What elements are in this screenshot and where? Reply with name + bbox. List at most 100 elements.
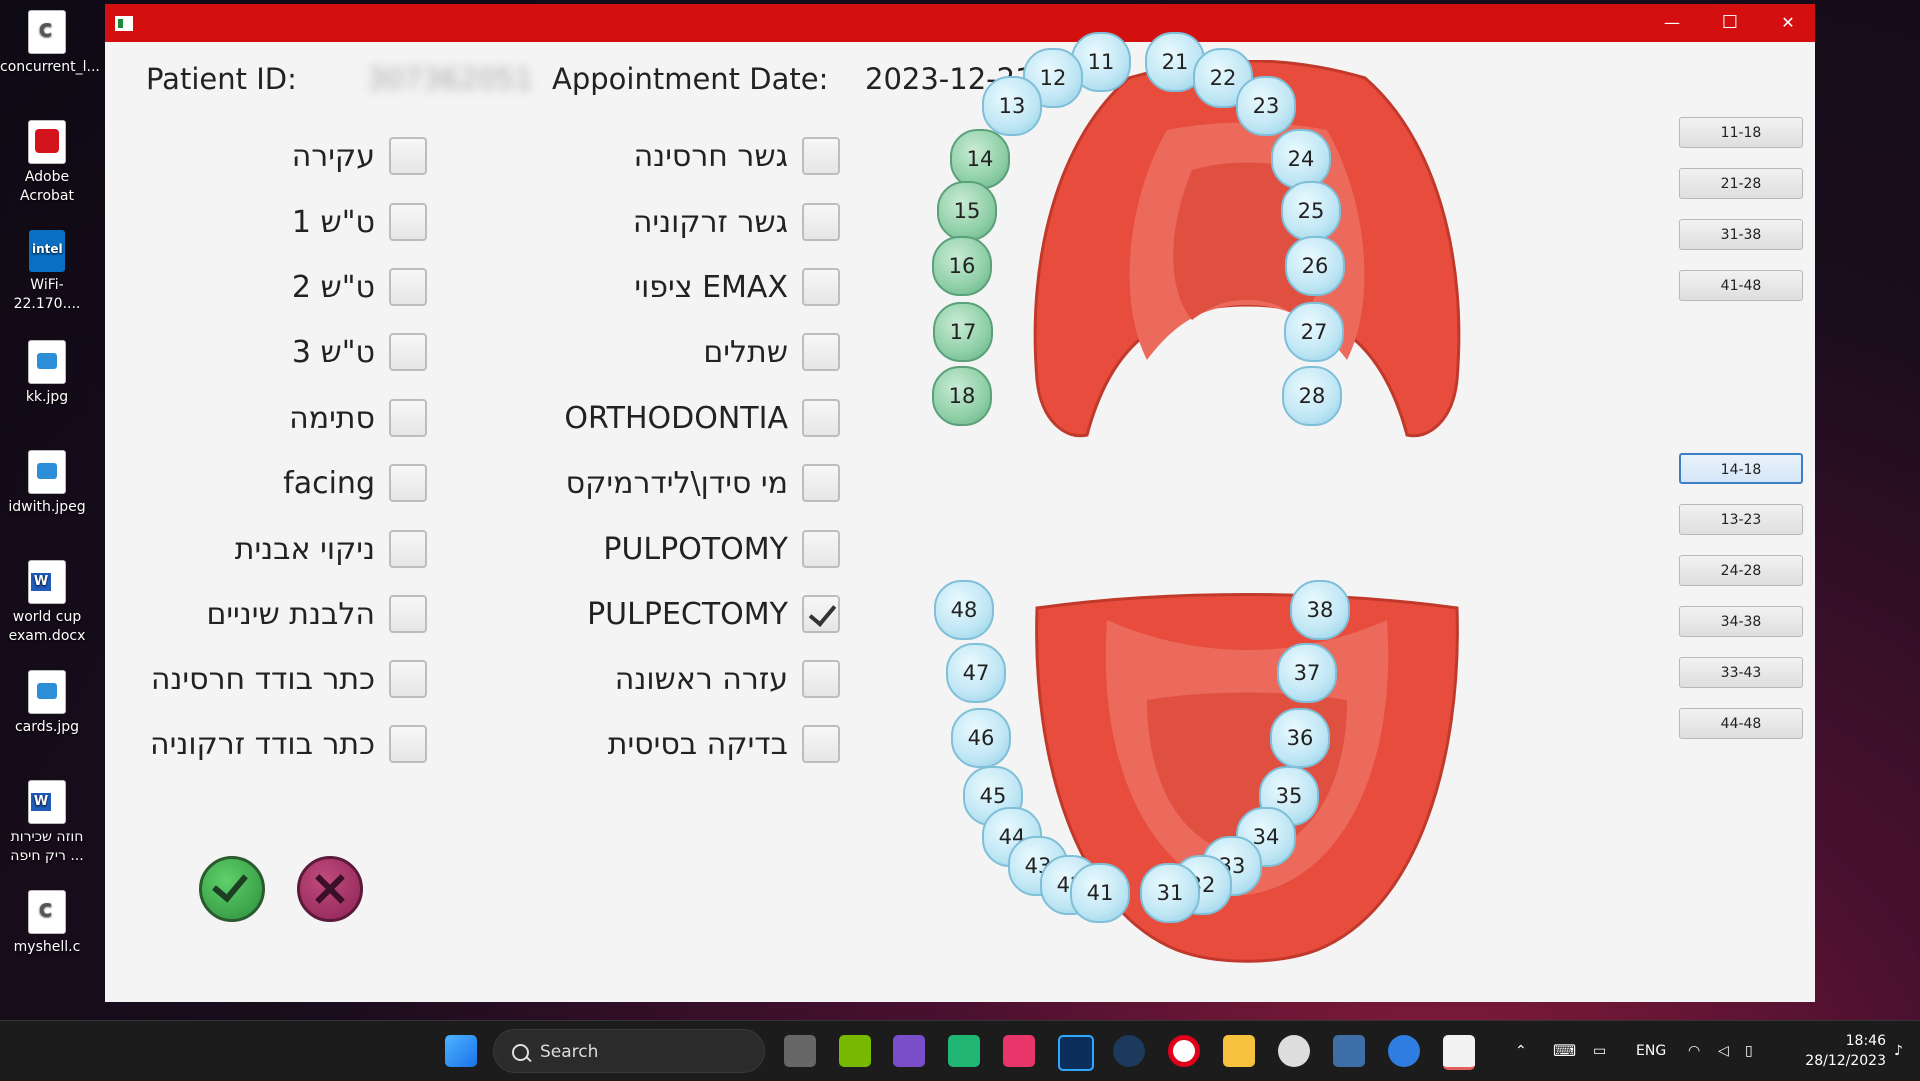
treatment-checkbox[interactable] [802, 725, 840, 763]
treatment-checkbox[interactable] [389, 464, 427, 502]
segment-button[interactable]: 34-38 [1679, 606, 1803, 637]
nvidia-icon[interactable] [839, 1035, 871, 1067]
treatment-option[interactable]: ניקוי אבנית [235, 530, 427, 568]
treatment-checkbox[interactable] [802, 333, 840, 371]
maximize-button[interactable]: ☐ [1701, 4, 1759, 42]
segment-button[interactable]: 24-28 [1679, 555, 1803, 586]
treatment-option[interactable]: ט"ש 3 [292, 333, 427, 371]
treatment-option[interactable]: סתימה [289, 399, 427, 437]
chevron-up-icon[interactable]: ⌃ [1515, 1021, 1527, 1081]
opera-icon[interactable] [1168, 1035, 1200, 1067]
treatment-checkbox[interactable] [802, 268, 840, 306]
tooth-23[interactable]: 23 [1236, 76, 1296, 136]
tooth-36[interactable]: 36 [1270, 708, 1330, 768]
windows-start-icon[interactable] [445, 1035, 477, 1067]
treatment-option[interactable]: עזרה ראשונה [615, 660, 840, 698]
tooth-16[interactable]: 16 [932, 236, 992, 296]
taskbar-search[interactable]: Search [493, 1029, 765, 1073]
desktop-icon[interactable]: concurrent_l... [0, 4, 100, 77]
treatment-checkbox[interactable] [389, 660, 427, 698]
treatment-checkbox[interactable] [802, 137, 840, 175]
treatment-option[interactable]: ציפוי EMAX [634, 268, 840, 306]
photoshop-icon[interactable] [1058, 1035, 1094, 1071]
tooth-14[interactable]: 14 [950, 129, 1010, 189]
desktop-icon[interactable]: myshell.c [0, 884, 94, 957]
confirm-check-icon[interactable] [199, 856, 265, 922]
tooth-13[interactable]: 13 [982, 76, 1042, 136]
treatment-checkbox[interactable] [389, 530, 427, 568]
treatment-option[interactable]: ORTHODONTIA [564, 399, 840, 437]
tooth-26[interactable]: 26 [1285, 236, 1345, 296]
treatment-checkbox[interactable] [802, 464, 840, 502]
segment-button[interactable]: 13-23 [1679, 504, 1803, 535]
treatment-checkbox[interactable] [389, 725, 427, 763]
treatment-checkbox[interactable] [389, 137, 427, 175]
treatment-checkbox[interactable] [389, 399, 427, 437]
tooth-46[interactable]: 46 [951, 708, 1011, 768]
steam-icon[interactable] [1113, 1035, 1145, 1067]
tooth-28[interactable]: 28 [1282, 366, 1342, 426]
tooth-25[interactable]: 25 [1281, 181, 1341, 241]
treatment-option[interactable]: עקירה [292, 137, 427, 175]
tooth-15[interactable]: 15 [937, 181, 997, 241]
treatment-checkbox[interactable] [802, 595, 840, 633]
tooth-48[interactable]: 48 [934, 580, 994, 640]
treatment-option[interactable]: הלבנת שיניים [206, 595, 427, 633]
treatment-option[interactable]: כתר בודד זרקוניה [150, 725, 427, 763]
treatment-option[interactable]: שתלים [703, 333, 840, 371]
treatment-option[interactable]: ט"ש 2 [292, 268, 427, 306]
treatment-option[interactable]: כתר בודד חרסינה [151, 660, 427, 698]
treatment-option[interactable]: PULPECTOMY [587, 595, 840, 633]
treatment-checkbox[interactable] [802, 399, 840, 437]
file-explorer-icon[interactable] [1223, 1035, 1255, 1067]
taskbar-clock[interactable]: 18:46 28/12/2023 [1766, 1031, 1886, 1071]
language-indicator[interactable]: ENG [1636, 1021, 1666, 1081]
quadrant-button[interactable]: 21-28 [1679, 168, 1803, 199]
treatment-checkbox[interactable] [389, 333, 427, 371]
java-icon[interactable] [1443, 1035, 1475, 1070]
treatment-option[interactable]: PULPOTOMY [603, 530, 840, 568]
wifi-icon[interactable]: ◠ [1688, 1021, 1700, 1081]
resource-monitor-icon[interactable] [1333, 1035, 1365, 1067]
battery-icon[interactable]: ▯ [1745, 1021, 1753, 1081]
task-view-icon[interactable] [784, 1035, 816, 1067]
treatment-option[interactable]: ט"ש 1 [292, 203, 427, 241]
tooth-24[interactable]: 24 [1271, 129, 1331, 189]
tooth-47[interactable]: 47 [946, 643, 1006, 703]
treatment-option[interactable]: מי סידן\לידרמיקס [566, 464, 840, 502]
desktop-icon[interactable]: WiFi-22.170.... [0, 224, 94, 314]
desktop-icon[interactable]: kk.jpg [0, 334, 94, 407]
app-icon[interactable] [1388, 1035, 1420, 1067]
notification-bell-icon[interactable]: ♪ [1894, 1021, 1903, 1081]
clock-app-icon[interactable] [1278, 1035, 1310, 1067]
treatment-checkbox[interactable] [389, 595, 427, 633]
display-icon[interactable]: ▭ [1593, 1021, 1606, 1081]
tooth-17[interactable]: 17 [933, 302, 993, 362]
treatment-checkbox[interactable] [389, 203, 427, 241]
cancel-x-icon[interactable] [297, 856, 363, 922]
treatment-checkbox[interactable] [802, 203, 840, 241]
treatment-checkbox[interactable] [802, 530, 840, 568]
intellij-icon[interactable] [1003, 1035, 1035, 1067]
segment-button[interactable]: 33-43 [1679, 657, 1803, 688]
minimize-button[interactable]: — [1643, 4, 1701, 42]
treatment-option[interactable]: בדיקה בסיסית [608, 725, 840, 763]
desktop-icon[interactable]: cards.jpg [0, 664, 94, 737]
treatment-checkbox[interactable] [802, 660, 840, 698]
desktop-icon[interactable]: world cup exam.docx [0, 554, 94, 646]
desktop-icon[interactable]: Adobe Acrobat [0, 114, 94, 206]
treatment-option[interactable]: גשר חרסינה [634, 137, 840, 175]
title-bar[interactable]: — ☐ ✕ [105, 4, 1815, 42]
treatment-checkbox[interactable] [389, 268, 427, 306]
quadrant-button[interactable]: 41-48 [1679, 270, 1803, 301]
segment-button[interactable]: 44-48 [1679, 708, 1803, 739]
clion-icon[interactable] [948, 1035, 980, 1067]
tooth-41[interactable]: 41 [1070, 863, 1130, 923]
tooth-18[interactable]: 18 [932, 366, 992, 426]
desktop-icon[interactable]: חוזה שכירות ריק חיפה ... [0, 774, 94, 866]
tooth-38[interactable]: 38 [1290, 580, 1350, 640]
tooth-31[interactable]: 31 [1140, 863, 1200, 923]
volume-icon[interactable]: ◁ [1718, 1021, 1729, 1081]
quadrant-button[interactable]: 11-18 [1679, 117, 1803, 148]
tooth-27[interactable]: 27 [1284, 302, 1344, 362]
